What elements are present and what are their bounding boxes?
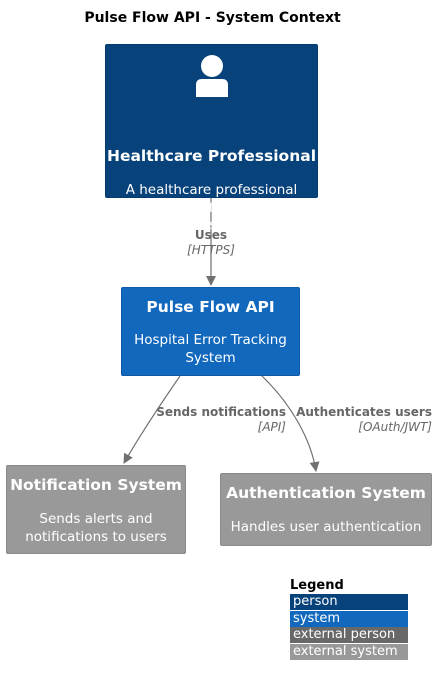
person-icon (192, 55, 232, 105)
notification-description: Sends alerts and notifications to users (25, 511, 167, 545)
system-notification[interactable]: Notification System Sends alerts and not… (6, 465, 186, 554)
legend-item-system: system (290, 610, 408, 627)
edge-label-uses: Uses [HTTPS] (175, 228, 247, 258)
auth-description: Handles user authentication (230, 519, 422, 535)
person-name: Healthcare Professional (106, 147, 317, 165)
edge-notify-tech: [API] (257, 420, 286, 434)
person-description: A healthcare professional that needs to … (125, 182, 298, 234)
person-healthcare-professional[interactable]: Healthcare Professional A healthcare pro… (105, 44, 318, 233)
legend-item-person: person (290, 594, 408, 610)
legend-item-external-system: external system (290, 643, 408, 660)
edge-label-notifications: Sends notifications [API] (156, 405, 286, 435)
api-description: Hospital Error Tracking System (134, 332, 287, 366)
edge-notify-label: Sends notifications (156, 405, 286, 419)
edge-auth-label: Authenticates users (296, 405, 432, 419)
legend-item-external-person: external person (290, 627, 408, 643)
edge-uses-tech: [HTTPS] (187, 243, 235, 257)
edge-label-authentication: Authenticates users [OAuth/JWT] (296, 405, 432, 435)
auth-name: Authentication System (226, 484, 426, 502)
system-authentication[interactable]: Authentication System Handles user authe… (220, 473, 432, 546)
legend: Legend person system external person ext… (290, 577, 408, 660)
api-name: Pulse Flow API (146, 298, 275, 316)
edge-uses-label: Uses (194, 228, 228, 242)
notification-name: Notification System (10, 476, 182, 494)
system-pulse-flow-api[interactable]: Pulse Flow API Hospital Error Tracking S… (121, 287, 300, 376)
legend-title: Legend (290, 578, 344, 593)
edge-auth-tech: [OAuth/JWT] (358, 420, 432, 434)
